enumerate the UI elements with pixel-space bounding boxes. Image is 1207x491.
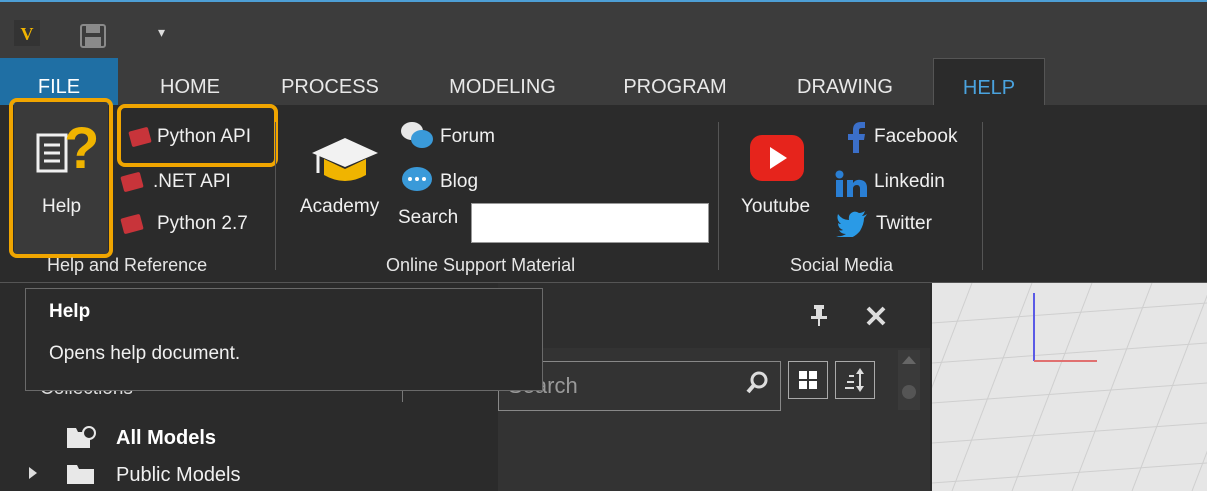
linkedin-icon: [835, 170, 869, 198]
app-logo-icon[interactable]: V: [14, 20, 40, 46]
help-and-reference-group-label: Help and Reference: [47, 255, 208, 275]
3d-viewport[interactable]: [932, 283, 1207, 491]
tab-drawing[interactable]: DRAWING: [775, 58, 915, 105]
sort-button[interactable]: [835, 361, 875, 399]
social-media-group-label: Social Media: [790, 255, 894, 275]
public-models-folder-icon: [66, 463, 96, 485]
title-bar: [0, 0, 1207, 58]
ribbon-tab-bar: FILE HOME PROCESS MODELING PROGRAM DRAWI…: [0, 58, 1207, 105]
svg-text:V: V: [21, 24, 34, 44]
python-api-highlight: [117, 104, 278, 167]
youtube-icon[interactable]: [750, 133, 804, 183]
search-label: Search: [398, 207, 459, 228]
all-models-item[interactable]: All Models: [116, 427, 216, 450]
twitter-icon: [836, 211, 868, 239]
net-api-book-icon: [120, 171, 146, 193]
blog-link[interactable]: Blog: [440, 171, 478, 193]
blog-icon: [401, 166, 433, 194]
python27-link[interactable]: Python 2.7: [157, 213, 248, 235]
tooltip-title: Help: [49, 301, 91, 322]
tab-process[interactable]: PROCESS: [265, 58, 395, 105]
public-models-item[interactable]: Public Models: [116, 464, 241, 487]
sort-icon: [845, 368, 864, 392]
help-tooltip: Help Opens help document.: [25, 288, 543, 391]
forum-link[interactable]: Forum: [440, 126, 495, 148]
support-search-input[interactable]: [471, 203, 709, 243]
academy-button-label[interactable]: Academy: [300, 196, 379, 218]
help-highlight: [9, 98, 113, 258]
net-api-link[interactable]: .NET API: [153, 171, 231, 193]
linkedin-link[interactable]: Linkedin: [874, 171, 945, 193]
facebook-link[interactable]: Facebook: [874, 126, 957, 148]
online-support-group-label: Online Support Material: [386, 255, 576, 275]
grid-view-button[interactable]: [788, 361, 828, 399]
tab-home[interactable]: HOME: [135, 58, 245, 105]
youtube-button-label[interactable]: Youtube: [741, 196, 810, 218]
close-icon[interactable]: [865, 305, 887, 327]
group-separator: [718, 122, 719, 270]
forum-icon: [400, 120, 434, 152]
save-icon[interactable]: [80, 24, 106, 48]
quick-access-menu-icon[interactable]: ▾: [158, 24, 165, 41]
all-models-folder-icon: [66, 424, 96, 450]
scrollbar[interactable]: [898, 350, 920, 410]
tab-program[interactable]: PROGRAM: [605, 58, 745, 105]
tooltip-description: Opens help document.: [49, 343, 241, 364]
facebook-icon: [847, 120, 867, 154]
tab-help[interactable]: HELP: [933, 58, 1045, 105]
tab-modeling[interactable]: MODELING: [430, 58, 575, 105]
grid-view-icon: [799, 371, 817, 389]
group-separator: [982, 122, 983, 270]
group-separator: [275, 122, 276, 270]
academy-cap-icon[interactable]: [310, 133, 380, 188]
pin-icon[interactable]: [808, 303, 830, 327]
expand-arrow-icon[interactable]: [28, 466, 38, 480]
python27-book-icon: [120, 213, 146, 235]
search-icon[interactable]: [745, 370, 771, 396]
twitter-link[interactable]: Twitter: [876, 213, 932, 235]
